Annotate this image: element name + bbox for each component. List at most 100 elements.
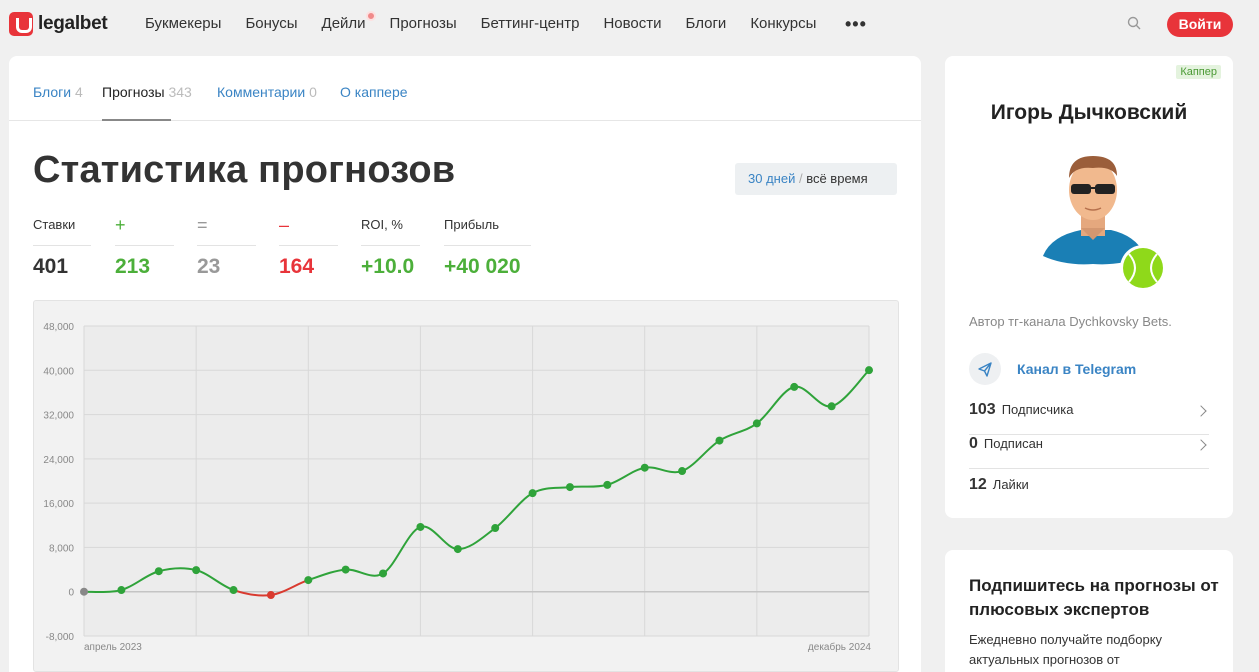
nav-item-daily[interactable]: Дейли	[321, 11, 376, 32]
data-point	[304, 576, 313, 585]
login-button[interactable]: Войти	[1167, 12, 1233, 37]
stat-value: 213	[115, 255, 151, 278]
stat-profit: Прибыль +40 020	[444, 216, 531, 279]
logo-text: legalbet	[38, 13, 108, 34]
tipster-badge: Каппер	[1176, 65, 1221, 79]
y-tick-label: 40,000	[43, 366, 74, 377]
plot-area	[84, 326, 869, 636]
stat-roi: ROI, % +10.0	[361, 216, 420, 279]
data-point	[416, 522, 425, 531]
x-tick-label-start: апрель 2023	[84, 642, 142, 653]
data-point	[341, 565, 350, 574]
stat-label: Ставки	[33, 216, 91, 246]
stat-label: –	[279, 216, 338, 246]
tab-predictions[interactable]: Прогнозы 343	[102, 84, 192, 100]
nav-item-bonuses[interactable]: Бонусы	[245, 15, 297, 32]
likes-row: 12 Лайки	[969, 476, 1209, 510]
stat-draws: = 23	[197, 216, 256, 279]
tab-comments[interactable]: Комментарии 0	[217, 84, 317, 100]
stat-label: Прибыль	[444, 216, 531, 246]
stats-card: Блоги 4 Прогнозы 343 Комментарии 0 О кап…	[9, 56, 921, 672]
subscribers-label: Подписчика	[1001, 402, 1074, 417]
y-tick-label: 8,000	[49, 543, 74, 554]
tab-label: Блоги	[33, 84, 72, 100]
main-nav: Букмекеры Бонусы Дейли Прогнозы Беттинг-…	[145, 11, 840, 32]
profit-chart: 48,000 40,000 32,000 24,000 16,000 8,000 0 -8,0…	[33, 300, 899, 672]
tab-about[interactable]: О каппере	[340, 84, 408, 100]
y-tick-label: 0	[68, 588, 74, 599]
x-tick-label-end: декабрь 2024	[808, 641, 872, 653]
stat-label: ROI, %	[361, 216, 420, 246]
tab-count: 0	[309, 84, 317, 100]
data-point	[865, 366, 873, 375]
y-tick-label: 16,000	[43, 499, 74, 510]
nav-item-daily-label: Дейли	[321, 15, 366, 32]
data-point	[491, 524, 500, 533]
data-point	[80, 587, 88, 596]
tennis-ball-icon	[1120, 245, 1166, 291]
stat-value: 23	[197, 255, 221, 278]
telegram-icon[interactable]	[969, 353, 1001, 385]
notification-dot-icon	[365, 11, 376, 21]
data-point	[603, 480, 612, 489]
y-tick-label: 32,000	[43, 411, 74, 422]
nav-item-betting-center[interactable]: Беттинг-центр	[481, 15, 580, 32]
data-point	[640, 463, 649, 472]
data-point	[154, 567, 163, 576]
likes-label: Лайки	[992, 477, 1029, 492]
stat-label: =	[197, 216, 256, 246]
stat-value: +40 020	[444, 255, 521, 278]
data-point	[790, 382, 799, 391]
data-point	[827, 402, 836, 411]
tab-blogs[interactable]: Блоги 4	[33, 84, 83, 100]
data-point	[528, 489, 537, 498]
period-all-time[interactable]: всё время	[806, 171, 867, 186]
profile-tabs: Блоги 4 Прогнозы 343 Комментарии 0 О кап…	[9, 56, 921, 121]
subscribe-title: Подпишитесь на прогнозы от плюсовых эксп…	[969, 576, 1219, 619]
chevron-right-icon	[1195, 439, 1207, 451]
tab-count: 4	[74, 84, 83, 100]
subscriptions-count: 0	[969, 435, 978, 452]
period-switch: 30 дней / всё время	[735, 163, 897, 195]
more-menu-icon[interactable]: •••	[845, 14, 867, 35]
period-30-days[interactable]: 30 дней	[748, 171, 795, 186]
nav-item-news[interactable]: Новости	[603, 15, 661, 32]
y-tick-label: -8,000	[46, 632, 75, 643]
data-point	[192, 566, 201, 575]
data-point	[565, 483, 574, 492]
subscriptions-row[interactable]: 0 Подписан	[969, 435, 1209, 469]
search-icon[interactable]	[1127, 16, 1141, 30]
stat-losses: – 164	[279, 216, 338, 279]
tab-label: Прогнозы	[102, 84, 165, 100]
nav-item-predictions[interactable]: Прогнозы	[390, 15, 457, 32]
active-tab-indicator	[102, 119, 171, 121]
tab-label: О каппере	[340, 84, 408, 100]
avatar	[1043, 156, 1166, 291]
stat-value: +10.0	[361, 255, 415, 278]
profile-description: Автор тг-канала Dychkovsky Bets.	[969, 314, 1172, 329]
data-point	[752, 419, 761, 428]
y-tick-label: 24,000	[43, 455, 74, 466]
page-title: Статистика прогнозов	[33, 149, 456, 191]
stat-value: 401	[33, 255, 69, 278]
stat-label: +	[115, 216, 174, 246]
nav-item-contests[interactable]: Конкурсы	[750, 15, 816, 32]
subscribers-row[interactable]: 103 Подписчика	[969, 401, 1209, 435]
data-point	[266, 591, 275, 600]
nav-item-blogs[interactable]: Блоги	[686, 15, 727, 32]
profile-name: Игорь Дычковский	[990, 101, 1188, 124]
logo[interactable]: legalbet	[9, 12, 108, 36]
tab-label: Комментарии	[217, 84, 306, 100]
nav-item-bookmakers[interactable]: Букмекеры	[145, 15, 221, 32]
stat-wins: + 213	[115, 216, 174, 279]
subscribers-count: 103	[969, 401, 996, 418]
likes-count: 12	[969, 476, 987, 493]
stat-value: 164	[279, 255, 315, 278]
telegram-channel-link[interactable]: Канал в Telegram	[1017, 361, 1136, 377]
profit-chart-svg: 48,000 40,000 32,000 24,000 16,000 8,000 0 -8,0…	[43, 322, 873, 653]
data-point	[453, 545, 462, 554]
data-point	[379, 569, 388, 578]
profile-card: Каппер Игорь Дычковский Автор тг-канала …	[945, 56, 1233, 518]
data-point	[715, 436, 724, 445]
top-header: legalbet Букмекеры Бонусы Дейли Прогнозы…	[0, 0, 1259, 48]
